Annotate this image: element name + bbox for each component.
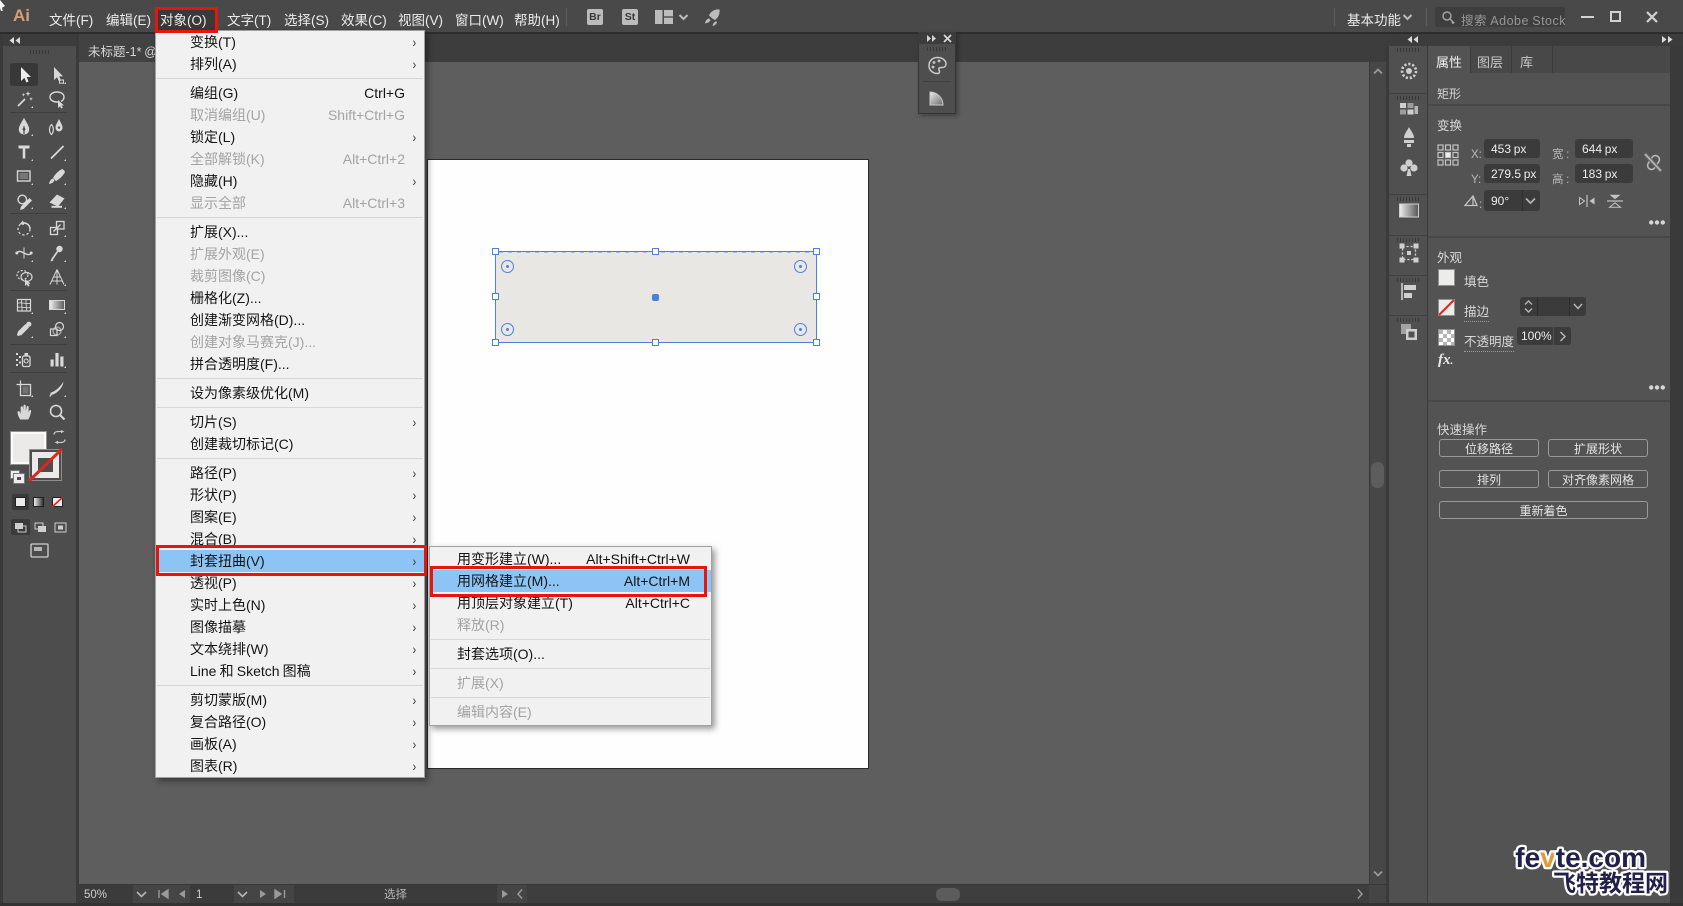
svg-text:飞特教程网: 飞特教程网	[1553, 864, 1668, 898]
